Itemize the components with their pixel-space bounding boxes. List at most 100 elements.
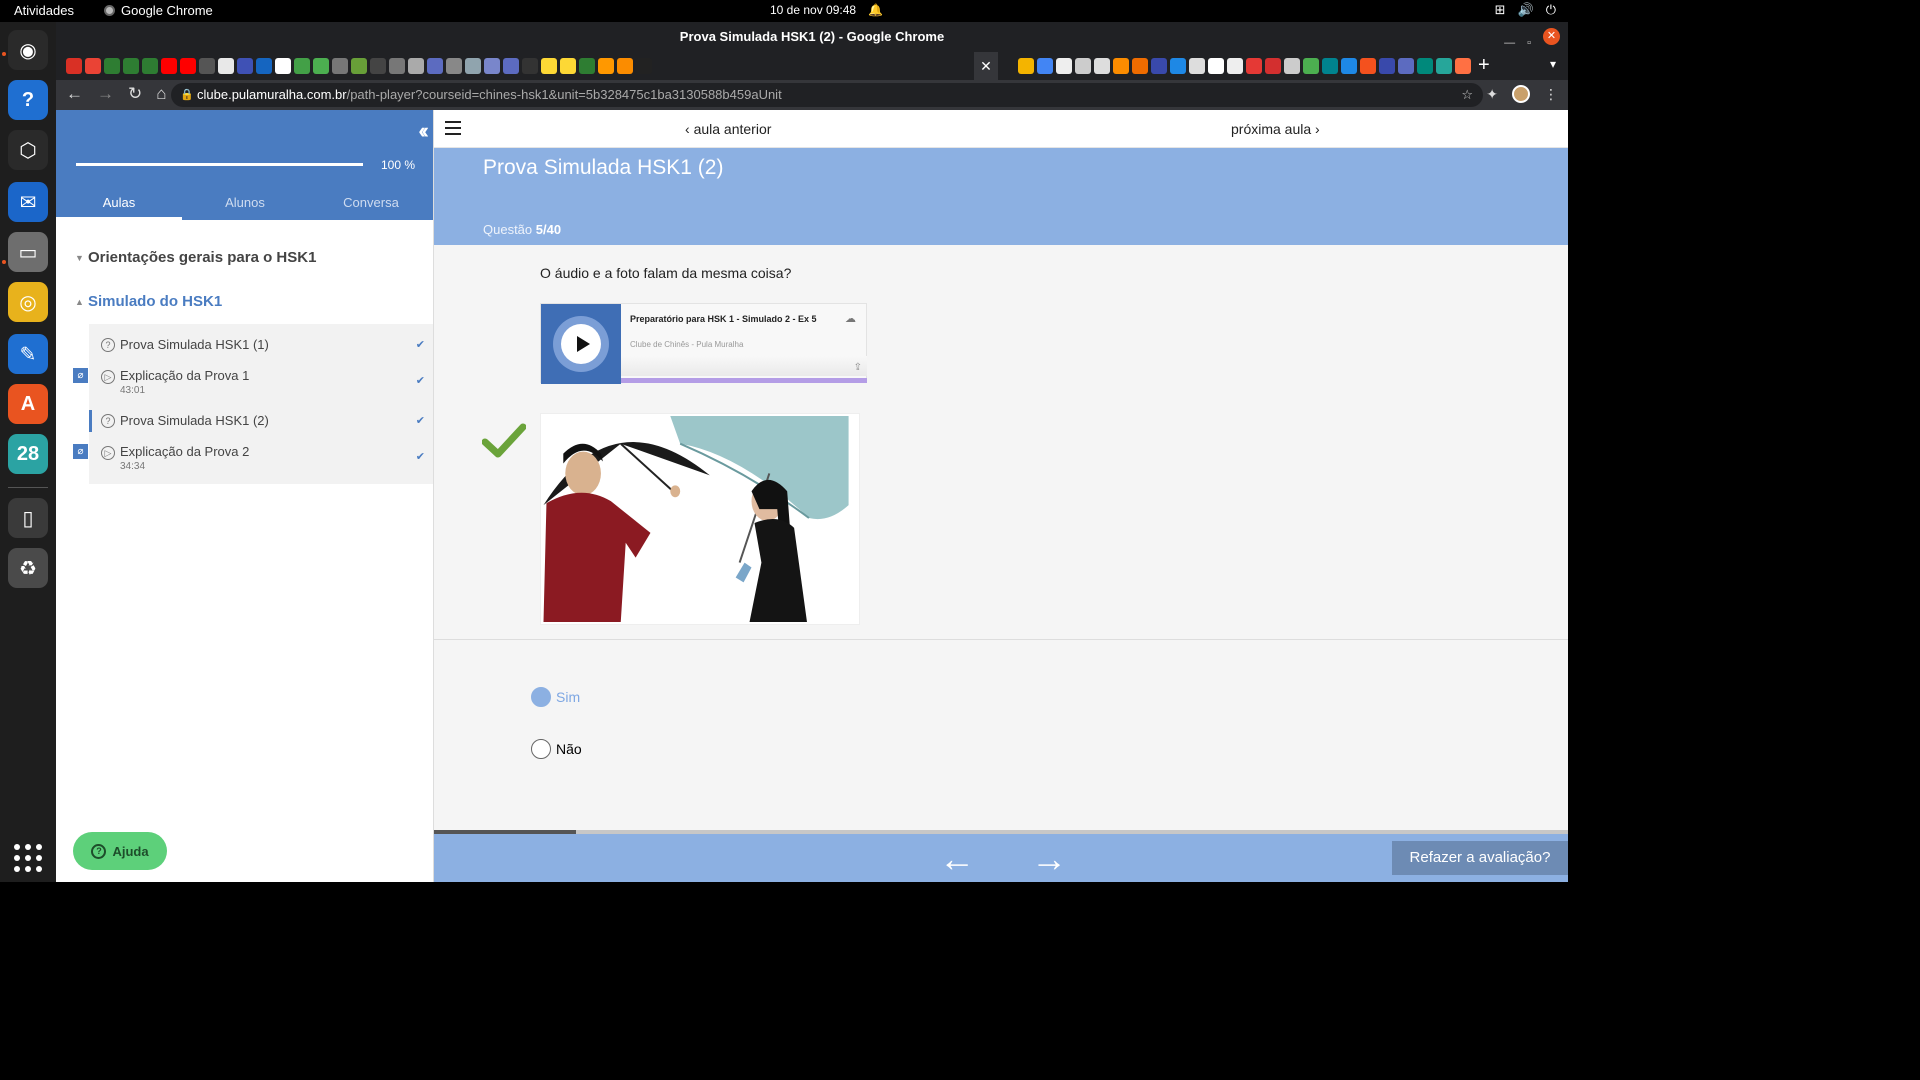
chrome-icon[interactable]: ◉ bbox=[8, 30, 48, 70]
tab-favicon-icon[interactable] bbox=[123, 58, 139, 74]
tab-favicon-icon[interactable] bbox=[180, 58, 196, 74]
tab-favicon-icon[interactable] bbox=[1265, 58, 1281, 74]
tab-favicon-icon[interactable] bbox=[503, 58, 519, 74]
tab-favicon-icon[interactable] bbox=[294, 58, 310, 74]
calendar-icon[interactable]: 28 bbox=[8, 434, 48, 474]
tab-favicon-icon[interactable] bbox=[427, 58, 443, 74]
bookmark-star-icon[interactable]: ☆ bbox=[1461, 83, 1473, 107]
tab-favicon-icon[interactable] bbox=[1037, 58, 1053, 74]
tab-favicon-icon[interactable] bbox=[161, 58, 177, 74]
lesson-item[interactable]: ? Prova Simulada HSK1 (1) ✔ bbox=[89, 328, 433, 362]
module-orientacoes[interactable]: ▼ Orientações gerais para o HSK1 bbox=[56, 236, 433, 280]
tab-favicon-icon[interactable] bbox=[332, 58, 348, 74]
tab-favicon-icon[interactable] bbox=[1379, 58, 1395, 74]
tab-favicon-icon[interactable] bbox=[1303, 58, 1319, 74]
address-bar[interactable]: 🔒 clube.pulamuralha.com.br/path-player?c… bbox=[171, 83, 1483, 107]
radio-nao[interactable] bbox=[531, 739, 551, 759]
tab-favicon-icon[interactable] bbox=[1113, 58, 1129, 74]
tab-favicon-icon[interactable] bbox=[560, 58, 576, 74]
lesson-item[interactable]: ▷ ⌀ Explicação da Prova 1 43:01 ✔ bbox=[73, 362, 433, 404]
tab-favicon-icon[interactable] bbox=[1455, 58, 1471, 74]
radio-sim[interactable] bbox=[531, 687, 551, 707]
tab-favicon-icon[interactable] bbox=[370, 58, 386, 74]
retake-quiz-button[interactable]: Refazer a avaliação? bbox=[1392, 841, 1568, 875]
lock-icon[interactable]: 🔒 bbox=[180, 83, 194, 107]
cube-app-icon[interactable]: ⬡ bbox=[8, 130, 48, 170]
writer-icon[interactable]: ✎ bbox=[8, 334, 48, 374]
sidebar-tab-alunos[interactable]: Alunos bbox=[182, 195, 308, 220]
tab-favicon-icon[interactable] bbox=[1227, 58, 1243, 74]
new-tab-icon[interactable]: + bbox=[1478, 54, 1490, 77]
tab-favicon-icon[interactable] bbox=[522, 58, 538, 74]
menu-icon[interactable] bbox=[445, 121, 461, 135]
attachment-icon[interactable]: ⌀ bbox=[73, 444, 88, 459]
option-sim[interactable]: Sim bbox=[531, 687, 580, 707]
waveform[interactable] bbox=[621, 356, 867, 376]
tab-favicon-icon[interactable] bbox=[1208, 58, 1224, 74]
close-window-icon[interactable]: ✕ bbox=[1543, 28, 1560, 45]
tab-favicon-icon[interactable] bbox=[579, 58, 595, 74]
extensions-icon[interactable]: ✦ bbox=[1486, 86, 1498, 103]
sidebar-tab-conversa[interactable]: Conversa bbox=[308, 195, 434, 220]
tab-favicon-icon[interactable] bbox=[484, 58, 500, 74]
tab-favicon-icon[interactable] bbox=[275, 58, 291, 74]
tab-favicon-icon[interactable] bbox=[142, 58, 158, 74]
activities-button[interactable]: Atividades bbox=[14, 3, 74, 18]
clock[interactable]: 10 de nov 09:48 bbox=[770, 3, 856, 17]
tab-favicon-icon[interactable] bbox=[351, 58, 367, 74]
lesson-item[interactable]: ? Prova Simulada HSK1 (2) ✔ bbox=[89, 404, 433, 438]
next-lesson-link[interactable]: próxima aula › bbox=[1231, 121, 1320, 137]
tab-favicon-icon[interactable] bbox=[617, 58, 633, 74]
option-nao[interactable]: Não bbox=[531, 739, 582, 759]
tab-favicon-icon[interactable] bbox=[1284, 58, 1300, 74]
play-icon[interactable] bbox=[561, 324, 601, 364]
trash-icon[interactable]: ♻ bbox=[8, 548, 48, 588]
tab-favicon-icon[interactable] bbox=[1398, 58, 1414, 74]
tab-favicon-icon[interactable] bbox=[1170, 58, 1186, 74]
reload-icon[interactable]: ↻ bbox=[128, 84, 142, 104]
tab-favicon-icon[interactable] bbox=[1189, 58, 1205, 74]
tab-favicon-icon[interactable] bbox=[1075, 58, 1091, 74]
tab-favicon-icon[interactable] bbox=[218, 58, 234, 74]
tab-favicon-icon[interactable] bbox=[104, 58, 120, 74]
tab-favicon-icon[interactable] bbox=[636, 58, 652, 74]
track-progress[interactable] bbox=[621, 378, 867, 383]
files-icon[interactable]: ▭ bbox=[8, 232, 48, 272]
tab-favicon-icon[interactable] bbox=[1341, 58, 1357, 74]
tab-search-icon[interactable]: ▾ bbox=[1550, 57, 1556, 71]
tab-favicon-icon[interactable] bbox=[1360, 58, 1376, 74]
tab-favicon-icon[interactable] bbox=[1417, 58, 1433, 74]
back-icon[interactable]: ← bbox=[66, 84, 83, 104]
previous-question-arrow-icon[interactable]: ← bbox=[939, 838, 975, 880]
previous-lesson-link[interactable]: ‹ aula anterior bbox=[685, 121, 771, 137]
tab-favicon-icon[interactable] bbox=[1322, 58, 1338, 74]
tab-favicon-icon[interactable] bbox=[1018, 58, 1034, 74]
sidebar-tab-aulas[interactable]: Aulas bbox=[56, 195, 182, 220]
tab-favicon-icon[interactable] bbox=[389, 58, 405, 74]
thunderbird-icon[interactable]: ✉ bbox=[8, 182, 48, 222]
help-button[interactable]: ? Ajuda bbox=[73, 832, 167, 870]
help-icon[interactable]: ? bbox=[8, 80, 48, 120]
tab-favicon-icon[interactable] bbox=[199, 58, 215, 74]
show-apps-icon[interactable] bbox=[14, 844, 42, 872]
soundcloud-icon[interactable]: ☁ bbox=[845, 312, 856, 325]
tab-favicon-icon[interactable] bbox=[313, 58, 329, 74]
tab-favicon-icon[interactable] bbox=[408, 58, 424, 74]
tab-favicon-icon[interactable] bbox=[598, 58, 614, 74]
track-author[interactable]: Clube de Chinês - Pula Muralha bbox=[630, 340, 743, 349]
tab-favicon-icon[interactable] bbox=[1132, 58, 1148, 74]
tab-favicon-icon[interactable] bbox=[465, 58, 481, 74]
profile-avatar[interactable] bbox=[1512, 85, 1530, 103]
chrome-menu-icon[interactable]: ⋮ bbox=[1544, 86, 1558, 103]
app-menu[interactable]: Google Chrome bbox=[104, 3, 213, 18]
track-title[interactable]: Preparatório para HSK 1 - Simulado 2 - E… bbox=[630, 314, 817, 324]
rhythmbox-icon[interactable]: ◎ bbox=[8, 282, 48, 322]
next-question-arrow-icon[interactable]: → bbox=[1031, 838, 1067, 880]
tab-favicon-icon[interactable] bbox=[541, 58, 557, 74]
tab-favicon-icon[interactable] bbox=[66, 58, 82, 74]
tab-favicon-icon[interactable] bbox=[256, 58, 272, 74]
share-icon[interactable]: ⇪ bbox=[854, 362, 862, 373]
tab-favicon-icon[interactable] bbox=[1246, 58, 1262, 74]
tab-favicon-icon[interactable] bbox=[85, 58, 101, 74]
app-store-icon[interactable]: A bbox=[8, 384, 48, 424]
